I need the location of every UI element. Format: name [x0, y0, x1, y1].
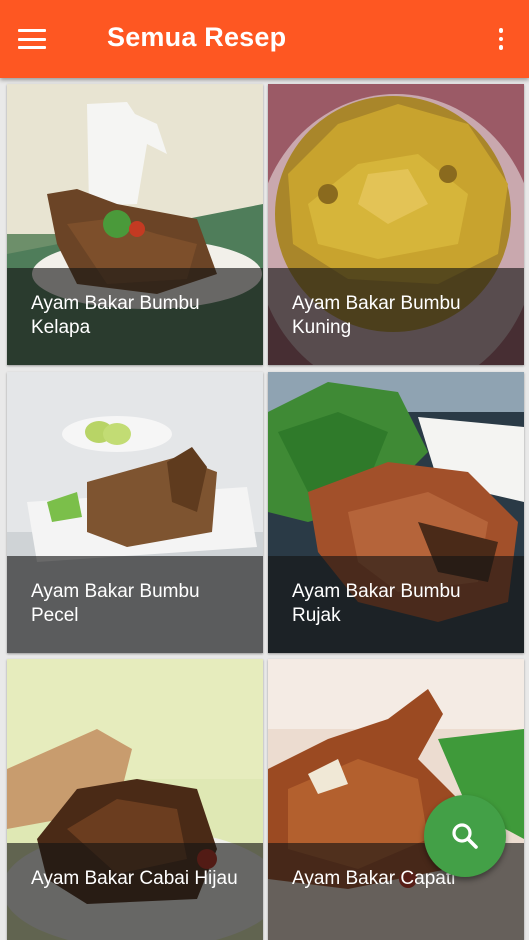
hamburger-menu-icon	[18, 29, 46, 49]
recipe-card[interactable]: Ayam Bakar Bumbu Kelapa	[7, 84, 263, 365]
more-vert-icon	[498, 28, 504, 33]
search-fab-button[interactable]	[424, 795, 506, 877]
recipe-card[interactable]: Ayam Bakar Capati	[268, 659, 524, 940]
app-bar: Semua Resep	[0, 0, 529, 78]
recipe-card[interactable]: Ayam Bakar Bumbu Kuning	[268, 84, 524, 365]
recipe-card[interactable]: Ayam Bakar Bumbu Rujak	[268, 372, 524, 653]
overflow-menu-button[interactable]	[491, 22, 511, 56]
recipe-title: Ayam Bakar Bumbu Kuning	[268, 268, 524, 365]
recipe-title: Ayam Bakar Cabai Hijau	[7, 843, 263, 940]
recipe-card[interactable]: Ayam Bakar Bumbu Pecel	[7, 372, 263, 653]
page-title: Semua Resep	[107, 22, 287, 52]
search-icon	[452, 823, 478, 849]
recipe-grid: Ayam Bakar Bumbu Kelapa Ayam Bakar Bumbu K…	[0, 78, 529, 940]
recipe-card[interactable]: Ayam Bakar Cabai Hijau	[7, 659, 263, 940]
menu-button[interactable]	[18, 20, 64, 58]
recipe-title: Ayam Bakar Bumbu Pecel	[7, 556, 263, 653]
recipe-title: Ayam Bakar Bumbu Kelapa	[7, 268, 263, 365]
recipe-title: Ayam Bakar Bumbu Rujak	[268, 556, 524, 653]
